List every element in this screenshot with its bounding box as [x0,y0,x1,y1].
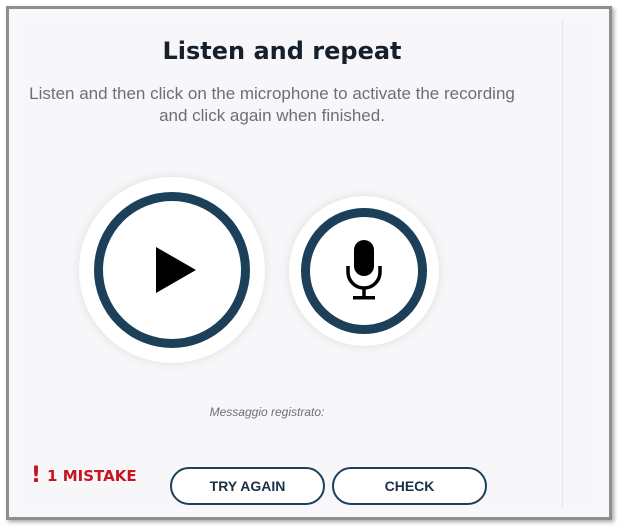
play-button[interactable] [79,177,265,363]
exercise-panel: Listen and repeat Listen and then click … [19,19,599,507]
mistake-indicator: ! 1 MISTAKE [31,465,137,487]
warning-icon: ! [31,463,42,488]
try-again-button[interactable]: TRY AGAIN [170,467,325,505]
exercise-window: Listen and repeat Listen and then click … [6,6,612,520]
check-button[interactable]: CHECK [332,467,487,505]
recorded-message-label: Messaggio registrato: [209,405,325,419]
microphone-icon [346,240,382,300]
play-button-ring [94,192,250,348]
panel-divider [562,19,563,507]
mistake-count: 1 MISTAKE [47,467,137,485]
microphone-button[interactable] [289,196,439,346]
exercise-instruction: Listen and then click on the microphone … [29,84,515,125]
exercise-title: Listen and repeat [162,37,402,65]
microphone-button-ring [301,208,427,334]
play-icon [156,247,196,293]
